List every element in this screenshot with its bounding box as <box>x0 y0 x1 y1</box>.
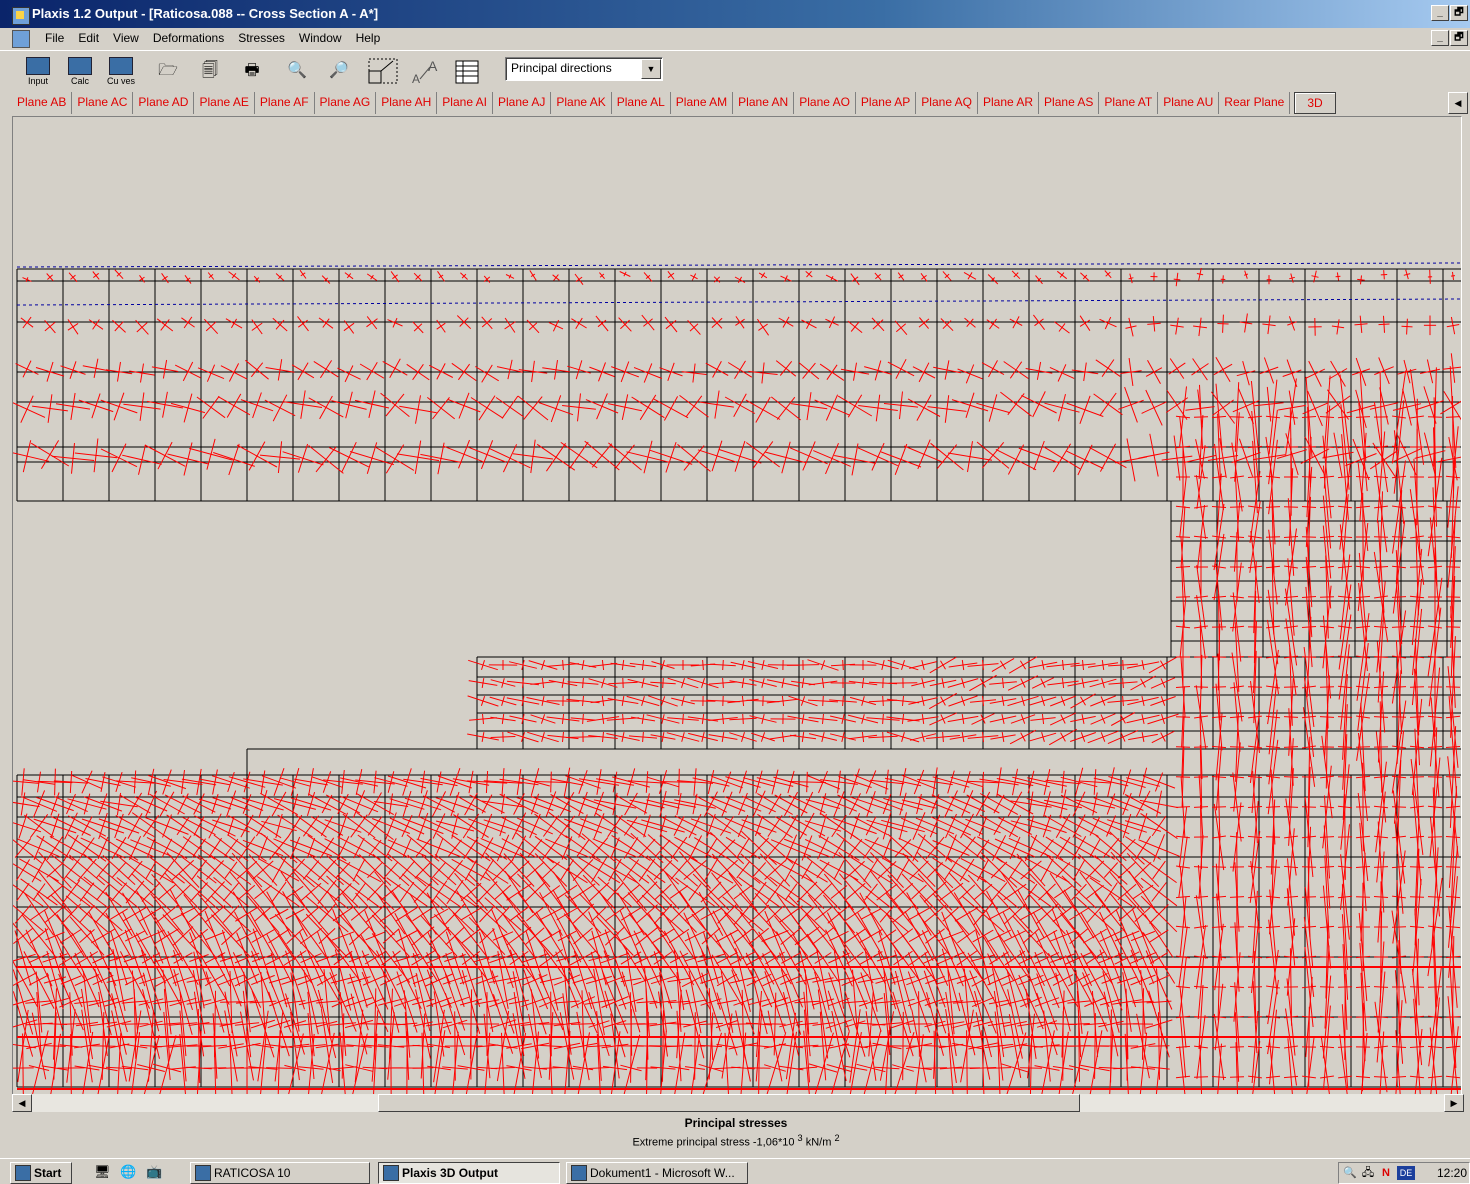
curves-program-icon <box>109 57 133 75</box>
tab-plane-ad[interactable]: Plane AD <box>133 92 194 114</box>
menu-view[interactable]: View <box>106 30 146 46</box>
print-icon[interactable]: 🖶 <box>240 55 264 87</box>
tab-plane-ar[interactable]: Plane AR <box>978 92 1039 114</box>
table-icon[interactable] <box>454 55 480 87</box>
tab-plane-au[interactable]: Plane AU <box>1158 92 1219 114</box>
minimize-button[interactable]: _ <box>1431 5 1449 21</box>
plane-tabs: Plane AB Plane AC Plane AD Plane AE Plan… <box>12 92 1336 114</box>
menu-deformations[interactable]: Deformations <box>146 30 231 46</box>
input-button[interactable]: Input <box>22 55 54 87</box>
start-button[interactable]: Start <box>10 1162 72 1184</box>
curves-button[interactable]: Cu ves <box>105 55 137 87</box>
tab-plane-ac[interactable]: Plane AC <box>72 92 133 114</box>
taskbar-button-raticosa[interactable]: RATICOSA 10 <box>190 1162 370 1184</box>
browser-icon[interactable]: 🌐 <box>120 1164 136 1180</box>
plaxis-app-icon[interactable] <box>12 7 30 25</box>
taskbar-button-plaxis[interactable]: Plaxis 3D Output <box>378 1162 560 1184</box>
input-program-icon <box>26 57 50 75</box>
taskbar: Start 🖥 🌐 📺 RATICOSA 10 Plaxis 3D Output… <box>0 1158 1470 1183</box>
restore-button[interactable]: 🗗 <box>1450 5 1468 21</box>
tab-plane-an[interactable]: Plane AN <box>733 92 794 114</box>
menu-help[interactable]: Help <box>349 30 388 46</box>
open-folder-icon[interactable]: 🗁 <box>156 55 180 87</box>
document-icon[interactable] <box>12 30 30 48</box>
cross-section-plot[interactable] <box>12 116 1462 1096</box>
svg-text:A: A <box>428 58 438 74</box>
explorer-icon <box>195 1165 211 1181</box>
tab-plane-ab[interactable]: Plane AB <box>12 92 72 114</box>
desktop-icon[interactable]: 🖥 <box>94 1164 110 1180</box>
doc-minimize-button[interactable]: _ <box>1431 30 1449 46</box>
reset-view-icon[interactable] <box>367 55 401 87</box>
channels-icon[interactable]: 📺 <box>146 1164 162 1180</box>
zoom-in-icon[interactable]: 🔍 <box>285 55 309 87</box>
tab-plane-aj[interactable]: Plane AJ <box>493 92 551 114</box>
window-controls: _ 🗗 <box>1431 5 1468 21</box>
title-bar[interactable]: Plaxis 1.2 Output - [Raticosa.088 -- Cro… <box>0 0 1470 28</box>
tab-plane-ak[interactable]: Plane AK <box>551 92 611 114</box>
tab-plane-ah[interactable]: Plane AH <box>376 92 437 114</box>
text-size-icon[interactable]: AA <box>410 55 446 87</box>
calc-button[interactable]: Calc <box>64 55 96 87</box>
tab-plane-as[interactable]: Plane AS <box>1039 92 1099 114</box>
network-icon[interactable]: 🖧 <box>1361 1166 1375 1180</box>
document-window-controls: _ 🗗 <box>1431 30 1468 46</box>
scrollbar-thumb[interactable] <box>378 1094 1080 1112</box>
stress-plot-canvas <box>13 117 1461 1095</box>
tab-plane-ai[interactable]: Plane AI <box>437 92 493 114</box>
tab-plane-al[interactable]: Plane AL <box>612 92 671 114</box>
caption-title: Principal stresses <box>12 1116 1460 1131</box>
clock: 12:20 <box>1437 1166 1467 1180</box>
tab-plane-am[interactable]: Plane AM <box>671 92 733 114</box>
antivirus-icon[interactable]: N <box>1379 1166 1393 1180</box>
tab-rear-plane[interactable]: Rear Plane <box>1219 92 1290 114</box>
tab-plane-ae[interactable]: Plane AE <box>194 92 254 114</box>
tab-3d[interactable]: 3D <box>1294 92 1335 114</box>
menu-bar: File Edit View Deformations Stresses Win… <box>0 28 1470 48</box>
vertical-scrollbar[interactable] <box>1462 116 1470 1094</box>
language-indicator[interactable]: DE <box>1397 1166 1415 1180</box>
scroll-left-icon[interactable]: ◀ <box>12 1094 32 1112</box>
chevron-down-icon[interactable]: ▼ <box>641 59 661 79</box>
caption-subtitle: Extreme principal stress -1,06*10 3 kN/m… <box>12 1131 1460 1151</box>
horizontal-scrollbar[interactable]: ◀ ▶ <box>12 1094 1464 1112</box>
tab-plane-af[interactable]: Plane AF <box>255 92 315 114</box>
menu-edit[interactable]: Edit <box>71 30 106 46</box>
menu-items: File Edit View Deformations Stresses Win… <box>38 30 387 46</box>
copy-icon[interactable]: 🗐 <box>198 55 222 87</box>
plot-caption: Principal stresses Extreme principal str… <box>12 1116 1460 1151</box>
menu-file[interactable]: File <box>38 30 71 46</box>
menu-window[interactable]: Window <box>292 30 349 46</box>
search-icon[interactable]: 🔍 <box>1343 1166 1357 1180</box>
menu-stresses[interactable]: Stresses <box>231 30 292 46</box>
taskbar-button-word[interactable]: Dokument1 - Microsoft W... <box>566 1162 748 1184</box>
plaxis-icon <box>383 1165 399 1181</box>
tab-plane-ap[interactable]: Plane AP <box>856 92 916 114</box>
tab-plane-at[interactable]: Plane AT <box>1099 92 1158 114</box>
tab-plane-aq[interactable]: Plane AQ <box>916 92 978 114</box>
window-title: Plaxis 1.2 Output - [Raticosa.088 -- Cro… <box>32 6 378 21</box>
zoom-out-icon[interactable]: 🔎 <box>327 55 351 87</box>
svg-text:A: A <box>412 72 420 86</box>
calc-program-icon <box>68 57 92 75</box>
system-tray: 🔍 🖧 N DE 12:20 <box>1338 1162 1470 1184</box>
doc-restore-button[interactable]: 🗗 <box>1450 30 1468 46</box>
tab-plane-ag[interactable]: Plane AG <box>315 92 377 114</box>
windows-logo-icon <box>15 1165 31 1181</box>
word-icon <box>571 1165 587 1181</box>
toolbar: Input Calc Cu ves 🗁 🗐 🖶 🔍 🔎 AA Principal… <box>0 50 1470 91</box>
tab-scroll-left-icon[interactable]: ◀ <box>1448 92 1468 114</box>
tab-plane-ao[interactable]: Plane AO <box>794 92 856 114</box>
scroll-right-icon[interactable]: ▶ <box>1444 1094 1464 1112</box>
result-type-select[interactable]: Principal directions ▼ <box>505 57 663 81</box>
